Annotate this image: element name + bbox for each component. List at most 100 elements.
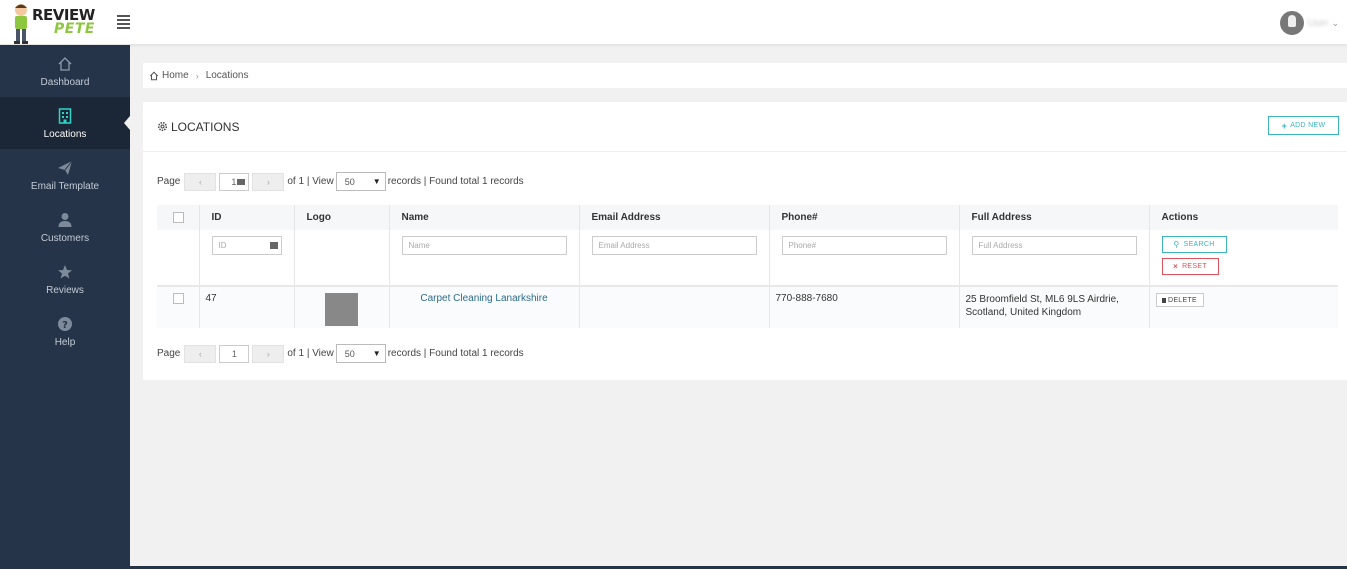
building-icon [56,107,74,125]
cell-email [579,286,770,328]
sidebar-item-email-template[interactable]: Email Template [0,149,130,201]
paper-plane-icon [56,159,74,177]
search-label: SEARCH [1183,241,1215,248]
add-new-label: ADD NEW [1290,122,1326,129]
delete-button[interactable]: DELETE [1155,293,1204,307]
select-all-checkbox[interactable] [173,212,184,223]
per-page-select[interactable]: 50 ▼ [335,344,386,363]
filter-cell-phone: Phone# [769,230,960,287]
id-filter-placeholder: ID [218,241,227,250]
column-header-logo: Logo [294,205,390,230]
breadcrumb: Home › Locations [143,63,1347,88]
filter-cell-actions: ⚲ SEARCH × RESET [1149,230,1338,287]
table-header-row: ID Logo Name Email Address Phone# Full A… [157,205,1338,230]
column-header-address[interactable]: Full Address [959,205,1150,230]
caret-down-icon: ▼ [372,177,381,186]
breadcrumb-current: Locations [205,70,249,81]
breadcrumb-home-link[interactable]: Home [162,70,189,81]
prev-page-button[interactable]: ‹ [184,172,217,191]
avatar [1280,11,1305,35]
page-number-value: 1 [231,176,237,187]
delete-label: DELETE [1167,296,1198,304]
page-number-value: 1 [231,348,237,359]
id-filter-input[interactable]: ID [211,236,282,255]
gear-icon [157,121,168,132]
page-title: LOCATIONS [157,120,239,134]
question-icon: ? [56,315,74,333]
sidebar-item-help[interactable]: ? Help [0,305,130,357]
column-header-id[interactable]: ID [199,205,295,230]
sidebar-item-label: Reviews [46,284,84,296]
close-icon: × [1173,262,1179,271]
address-filter-input[interactable]: Full Address [971,236,1137,255]
table-row: 47 Carpet Cleaning Lanarkshire 770-888-7… [157,286,1338,328]
email-filter-input[interactable]: Email Address [591,236,757,255]
locations-table: ID Logo Name Email Address Phone# Full A… [157,205,1338,328]
sidebar: Dashboard Locations Email Template Custo… [0,45,130,569]
chevron-down-icon: ⌄ [1331,17,1339,28]
panel-header: LOCATIONS + ADD NEW [143,102,1347,152]
filter-cell-address: Full Address [959,230,1150,287]
cell-phone: 770-888-7680 [769,286,960,328]
phone-filter-input[interactable]: Phone# [781,236,947,255]
email-filter-placeholder: Email Address [598,241,650,250]
pager-of-text: of 1 | View [287,176,334,187]
per-page-value: 50 [344,176,355,187]
pager-top: Page ‹ 1 › of 1 | View 50 ▼ records | Fo… [157,172,524,191]
chevron-right-icon: › [195,70,199,81]
menu-toggle-icon[interactable] [117,15,130,29]
sidebar-item-locations[interactable]: Locations [0,97,130,149]
filter-cell-name: Name [389,230,580,287]
brand-logo[interactable]: REVIEW PETE [10,2,110,44]
select-all-header [157,205,200,230]
column-header-email[interactable]: Email Address [579,205,770,230]
trash-icon [1161,297,1166,303]
reset-button[interactable]: × RESET [1161,258,1219,275]
mascot-icon [14,4,28,44]
page-number-input[interactable]: 1 [219,344,250,363]
search-button[interactable]: ⚲ SEARCH [1161,236,1227,253]
locations-panel: LOCATIONS + ADD NEW Page ‹ 1 › of 1 | Vi… [143,102,1347,380]
sidebar-item-reviews[interactable]: Reviews [0,253,130,305]
sidebar-item-label: Customers [40,232,90,244]
pager-records-text: records | Found total 1 records [387,176,524,187]
column-header-actions: Actions [1149,205,1338,230]
cell-logo [294,286,390,328]
star-icon [56,263,74,281]
add-new-button[interactable]: + ADD NEW [1268,116,1339,135]
pager-of-text: of 1 | View [287,348,334,359]
column-header-name[interactable]: Name [389,205,580,230]
pager-page-label: Page [157,176,181,187]
sidebar-item-label: Locations [43,128,87,140]
phone-filter-placeholder: Phone# [788,241,817,250]
cell-id: 47 [199,286,295,328]
per-page-value: 50 [344,348,355,359]
next-page-button[interactable]: › [252,344,285,363]
filter-cell-logo [294,230,390,287]
sidebar-item-dashboard[interactable]: Dashboard [0,45,130,97]
sidebar-item-label: Help [54,336,76,348]
location-name-link[interactable]: Carpet Cleaning Lanarkshire [420,293,547,304]
per-page-select[interactable]: 50 ▼ [335,172,386,191]
row-checkbox[interactable] [173,293,184,304]
user-menu[interactable]: User ⌄ [1280,11,1339,35]
location-logo-thumbnail [325,293,358,326]
sidebar-item-customers[interactable]: Customers [0,201,130,253]
cell-actions: DELETE [1149,286,1338,328]
caret-down-icon: ▼ [372,349,381,358]
reset-label: RESET [1182,263,1207,270]
plus-icon: + [1281,120,1288,131]
page-title-text: LOCATIONS [171,119,240,134]
calculator-icon [269,242,278,249]
prev-page-button[interactable]: ‹ [184,344,217,363]
name-filter-input[interactable]: Name [401,236,567,255]
cell-address: 25 Broomfield St, ML6 9LS Airdrie, Scotl… [959,286,1150,328]
user-icon [56,211,74,229]
cell-name: Carpet Cleaning Lanarkshire [389,286,580,328]
home-icon [149,71,159,80]
page-number-input[interactable]: 1 [219,172,250,191]
next-page-button[interactable]: › [252,172,285,191]
pager-bottom: Page ‹ 1 › of 1 | View 50 ▼ records | Fo… [157,344,524,363]
column-header-phone[interactable]: Phone# [769,205,960,230]
address-filter-placeholder: Full Address [978,241,1023,250]
